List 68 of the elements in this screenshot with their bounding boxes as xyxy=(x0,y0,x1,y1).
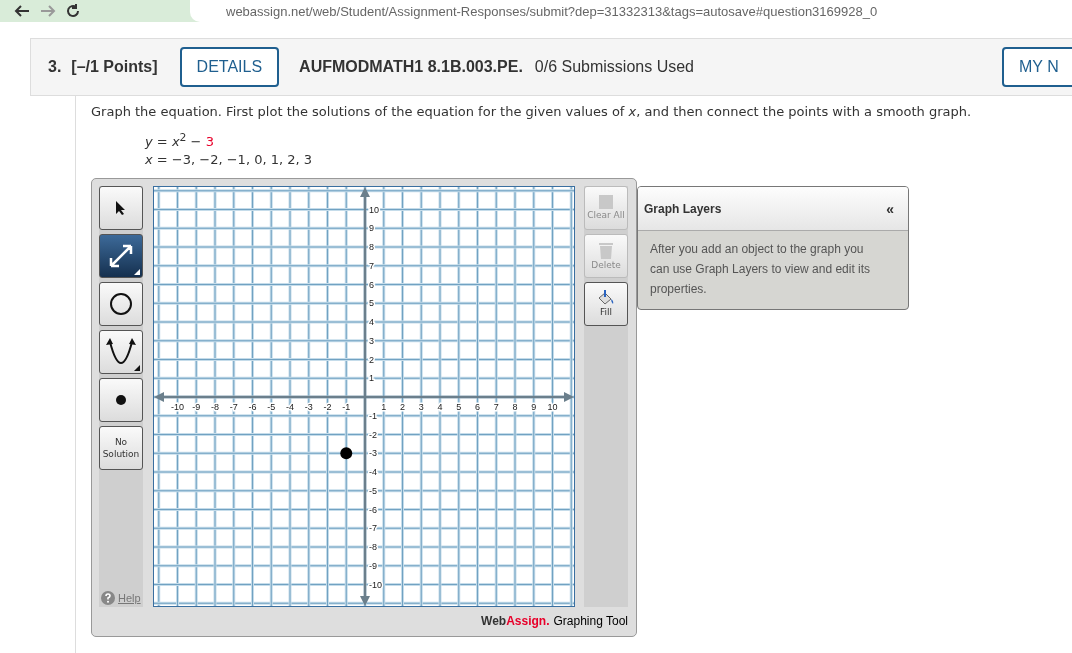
tool-button[interactable] xyxy=(99,282,143,327)
tick-label: 10 xyxy=(369,204,379,215)
tick-label: -7 xyxy=(369,523,377,534)
tick-label: 5 xyxy=(369,298,374,309)
tick-label: 2 xyxy=(369,354,374,365)
no-solution-button[interactable]: No Solution xyxy=(99,426,143,471)
question-code: AUFMODMATH1 8.1B.003.PE. xyxy=(299,58,523,76)
panel-title: Graph Layers xyxy=(644,201,722,216)
details-button[interactable]: DETAILS xyxy=(179,47,280,87)
tick-label: -5 xyxy=(369,486,377,497)
square-icon xyxy=(599,195,613,210)
tick-label: 1 xyxy=(381,402,387,413)
tick-label: 8 xyxy=(512,402,518,413)
tick-label: -4 xyxy=(286,402,294,413)
tick-label: 4 xyxy=(437,402,443,413)
help-icon[interactable] xyxy=(101,591,115,606)
reload-icon[interactable] xyxy=(66,4,80,18)
tool-button[interactable] xyxy=(99,330,143,375)
question-number: 3. xyxy=(48,58,62,76)
tick-label: 4 xyxy=(369,317,374,328)
submissions-count: 0/6 Submissions Used xyxy=(534,58,694,76)
tick-label: -4 xyxy=(369,467,377,478)
tick-label: -2 xyxy=(369,429,377,440)
panel-message: After you add an object to the graph you can use Graph Layers to view and edit its properties. xyxy=(649,241,872,299)
circle-icon xyxy=(109,292,133,317)
instructions-text: Graph the equation. First plot the solutions of the equation for the given values of x, and then connect the points with a smooth graph. xyxy=(91,104,973,119)
collapse-button[interactable]: « xyxy=(886,200,894,217)
tick-label: -6 xyxy=(369,504,377,515)
dot-icon xyxy=(116,395,126,406)
tick-label: 2 xyxy=(400,402,405,413)
tick-label: -1 xyxy=(342,402,351,413)
my-notes-button[interactable]: MY N xyxy=(1002,47,1072,87)
tick-label: -10 xyxy=(369,579,382,590)
plotted-point[interactable] xyxy=(340,447,353,460)
tick-label: 6 xyxy=(369,279,374,290)
tool-caption: Graphing Tool xyxy=(553,614,628,629)
tool-button[interactable] xyxy=(99,186,143,231)
tick-label: -9 xyxy=(369,561,377,572)
paint-bucket-icon xyxy=(597,290,615,307)
url-field[interactable]: webassign.net/web/Student/Assignment-Responses/submit?dep=31332313&tags=autosave#question3169928_0 xyxy=(190,0,1072,22)
tick-label: -5 xyxy=(267,402,276,413)
tick-label: -7 xyxy=(229,402,238,413)
tick-label: -8 xyxy=(211,402,219,413)
tick-label: 7 xyxy=(369,261,374,272)
action-button[interactable]: Fill xyxy=(584,282,628,327)
tick-label: 6 xyxy=(475,402,480,413)
tick-label: -3 xyxy=(369,448,377,459)
tick-label: 5 xyxy=(456,402,462,413)
back-icon[interactable] xyxy=(14,5,30,17)
tick-label: 9 xyxy=(531,402,537,413)
tick-label: 9 xyxy=(369,223,374,234)
trash-icon xyxy=(599,241,613,259)
tick-label: 3 xyxy=(418,402,424,413)
tick-label: 7 xyxy=(493,402,499,413)
tick-label: -9 xyxy=(192,402,201,413)
webassign-logo: WebAssign. xyxy=(481,614,550,629)
tick-label: -3 xyxy=(304,402,313,413)
tool-button[interactable] xyxy=(99,378,143,423)
pointer-icon xyxy=(115,200,127,217)
points-label: [–/1 Points] xyxy=(71,58,158,76)
tick-label: 1 xyxy=(369,373,374,384)
tick-label: -1 xyxy=(369,411,377,422)
equation: x = −3, −2, −1, 0, 1, 2, 3 xyxy=(145,151,313,170)
equation: y = x$^{2}$ − 3 xyxy=(145,130,214,152)
tool-button[interactable] xyxy=(99,234,143,279)
tick-label: 8 xyxy=(369,242,374,253)
tick-label: -8 xyxy=(369,542,377,553)
tick-label: 3 xyxy=(369,336,374,347)
